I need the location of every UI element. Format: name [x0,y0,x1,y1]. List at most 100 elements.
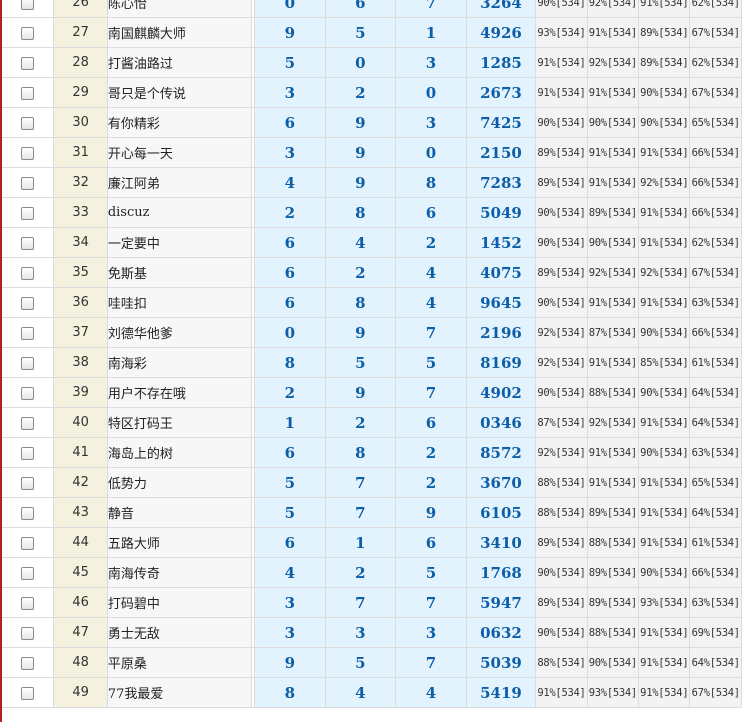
digit-cell: 6 [254,227,326,258]
number-cell: 8169 [466,347,537,378]
row-select-cell[interactable] [2,347,55,378]
number-cell: 0632 [466,617,537,648]
row-checkbox[interactable] [21,147,35,160]
digit-cell: 9 [325,107,397,138]
rate-cell: 67%[534] [689,17,742,48]
row-checkbox[interactable] [21,657,35,670]
digit-cell: 9 [254,17,326,48]
row-checkbox[interactable] [21,87,35,100]
rate-cell: 66%[534] [689,317,742,348]
number-cell: 5419 [466,677,537,708]
row-number: 31 [53,137,108,168]
row-checkbox[interactable] [21,327,35,340]
rate-cell: 91%[534] [638,677,691,708]
row-select-cell[interactable] [2,407,55,438]
row-select-cell[interactable] [2,47,55,78]
user-name: 勇士无敌 [107,617,252,648]
row-select-cell[interactable] [2,227,55,258]
row-select-cell[interactable] [2,557,55,588]
user-name: 有你精彩 [107,107,252,138]
rate-cell: 90%[534] [535,287,588,318]
row-checkbox[interactable] [21,507,35,520]
row-select-cell[interactable] [2,437,55,468]
row-checkbox[interactable] [21,57,35,70]
number-cell: 2673 [466,77,537,108]
row-checkbox[interactable] [21,597,35,610]
digit-cell: 3 [254,77,326,108]
row-checkbox[interactable] [21,27,35,40]
row-number: 42 [53,467,108,498]
rate-cell: 90%[534] [587,227,640,258]
digit-cell: 9 [325,377,397,408]
user-name: 静音 [107,497,252,528]
number-cell: 3264 [466,0,537,18]
row-checkbox[interactable] [21,207,35,220]
user-name: 海岛上的树 [107,437,252,468]
row-select-cell[interactable] [2,107,55,138]
row-checkbox[interactable] [21,477,35,490]
rate-cell: 89%[534] [587,587,640,618]
row-number: 38 [53,347,108,378]
row-checkbox[interactable] [21,567,35,580]
number-cell: 3410 [466,527,537,558]
table-row: 42 低势力 5 7 2 3670 88%[534] 91%[534] 91%[534] 65%[… [2,467,742,498]
user-name: 南国麒麟大师 [107,17,252,48]
row-select-cell[interactable] [2,0,55,18]
user-name: 刘德华他爹 [107,317,252,348]
user-name: 打码碧中 [107,587,252,618]
row-checkbox[interactable] [21,237,35,250]
digit-cell: 2 [254,377,326,408]
rate-cell: 93%[534] [587,677,640,708]
row-checkbox[interactable] [21,267,35,280]
rate-cell: 66%[534] [689,197,742,228]
rate-cell: 91%[534] [638,647,691,678]
rate-cell: 90%[534] [535,377,588,408]
row-select-cell[interactable] [2,587,55,618]
row-checkbox[interactable] [21,177,35,190]
rate-cell: 91%[534] [587,167,640,198]
user-name: 免斯基 [107,257,252,288]
rate-cell: 63%[534] [689,287,742,318]
rate-cell: 91%[534] [535,77,588,108]
rate-cell: 91%[534] [535,47,588,78]
row-select-cell[interactable] [2,497,55,528]
rate-cell: 64%[534] [689,407,742,438]
row-checkbox[interactable] [21,687,35,700]
rate-cell: 65%[534] [689,467,742,498]
user-name: 打酱油路过 [107,47,252,78]
row-select-cell[interactable] [2,257,55,288]
row-select-cell[interactable] [2,467,55,498]
row-checkbox[interactable] [21,447,35,460]
digit-cell: 8 [254,677,326,708]
row-checkbox[interactable] [21,117,35,130]
row-select-cell[interactable] [2,647,55,678]
digit-cell: 2 [395,227,467,258]
row-checkbox[interactable] [21,537,35,550]
row-checkbox[interactable] [21,357,35,370]
row-checkbox[interactable] [21,387,35,400]
row-select-cell[interactable] [2,377,55,408]
row-checkbox[interactable] [21,417,35,430]
row-select-cell[interactable] [2,527,55,558]
row-number: 40 [53,407,108,438]
row-select-cell[interactable] [2,287,55,318]
digit-cell: 1 [395,17,467,48]
row-select-cell[interactable] [2,77,55,108]
row-select-cell[interactable] [2,677,55,708]
table-row: 26 陈心怡 0 6 7 3264 90%[534] 92%[534] 91%[534] 62%[… [2,0,742,18]
row-checkbox[interactable] [21,297,35,310]
row-select-cell[interactable] [2,617,55,648]
rate-cell: 91%[534] [587,347,640,378]
digit-cell: 5 [254,497,326,528]
table-row: 27 南国麒麟大师 9 5 1 4926 93%[534] 91%[534] 89%[534] 6… [2,17,742,48]
row-select-cell[interactable] [2,17,55,48]
number-cell: 1452 [466,227,537,258]
row-select-cell[interactable] [2,317,55,348]
row-select-cell[interactable] [2,137,55,168]
rate-cell: 89%[534] [638,47,691,78]
row-checkbox[interactable] [21,627,35,640]
row-select-cell[interactable] [2,167,55,198]
digit-cell: 2 [325,257,397,288]
row-select-cell[interactable] [2,197,55,228]
row-checkbox[interactable] [21,0,35,10]
